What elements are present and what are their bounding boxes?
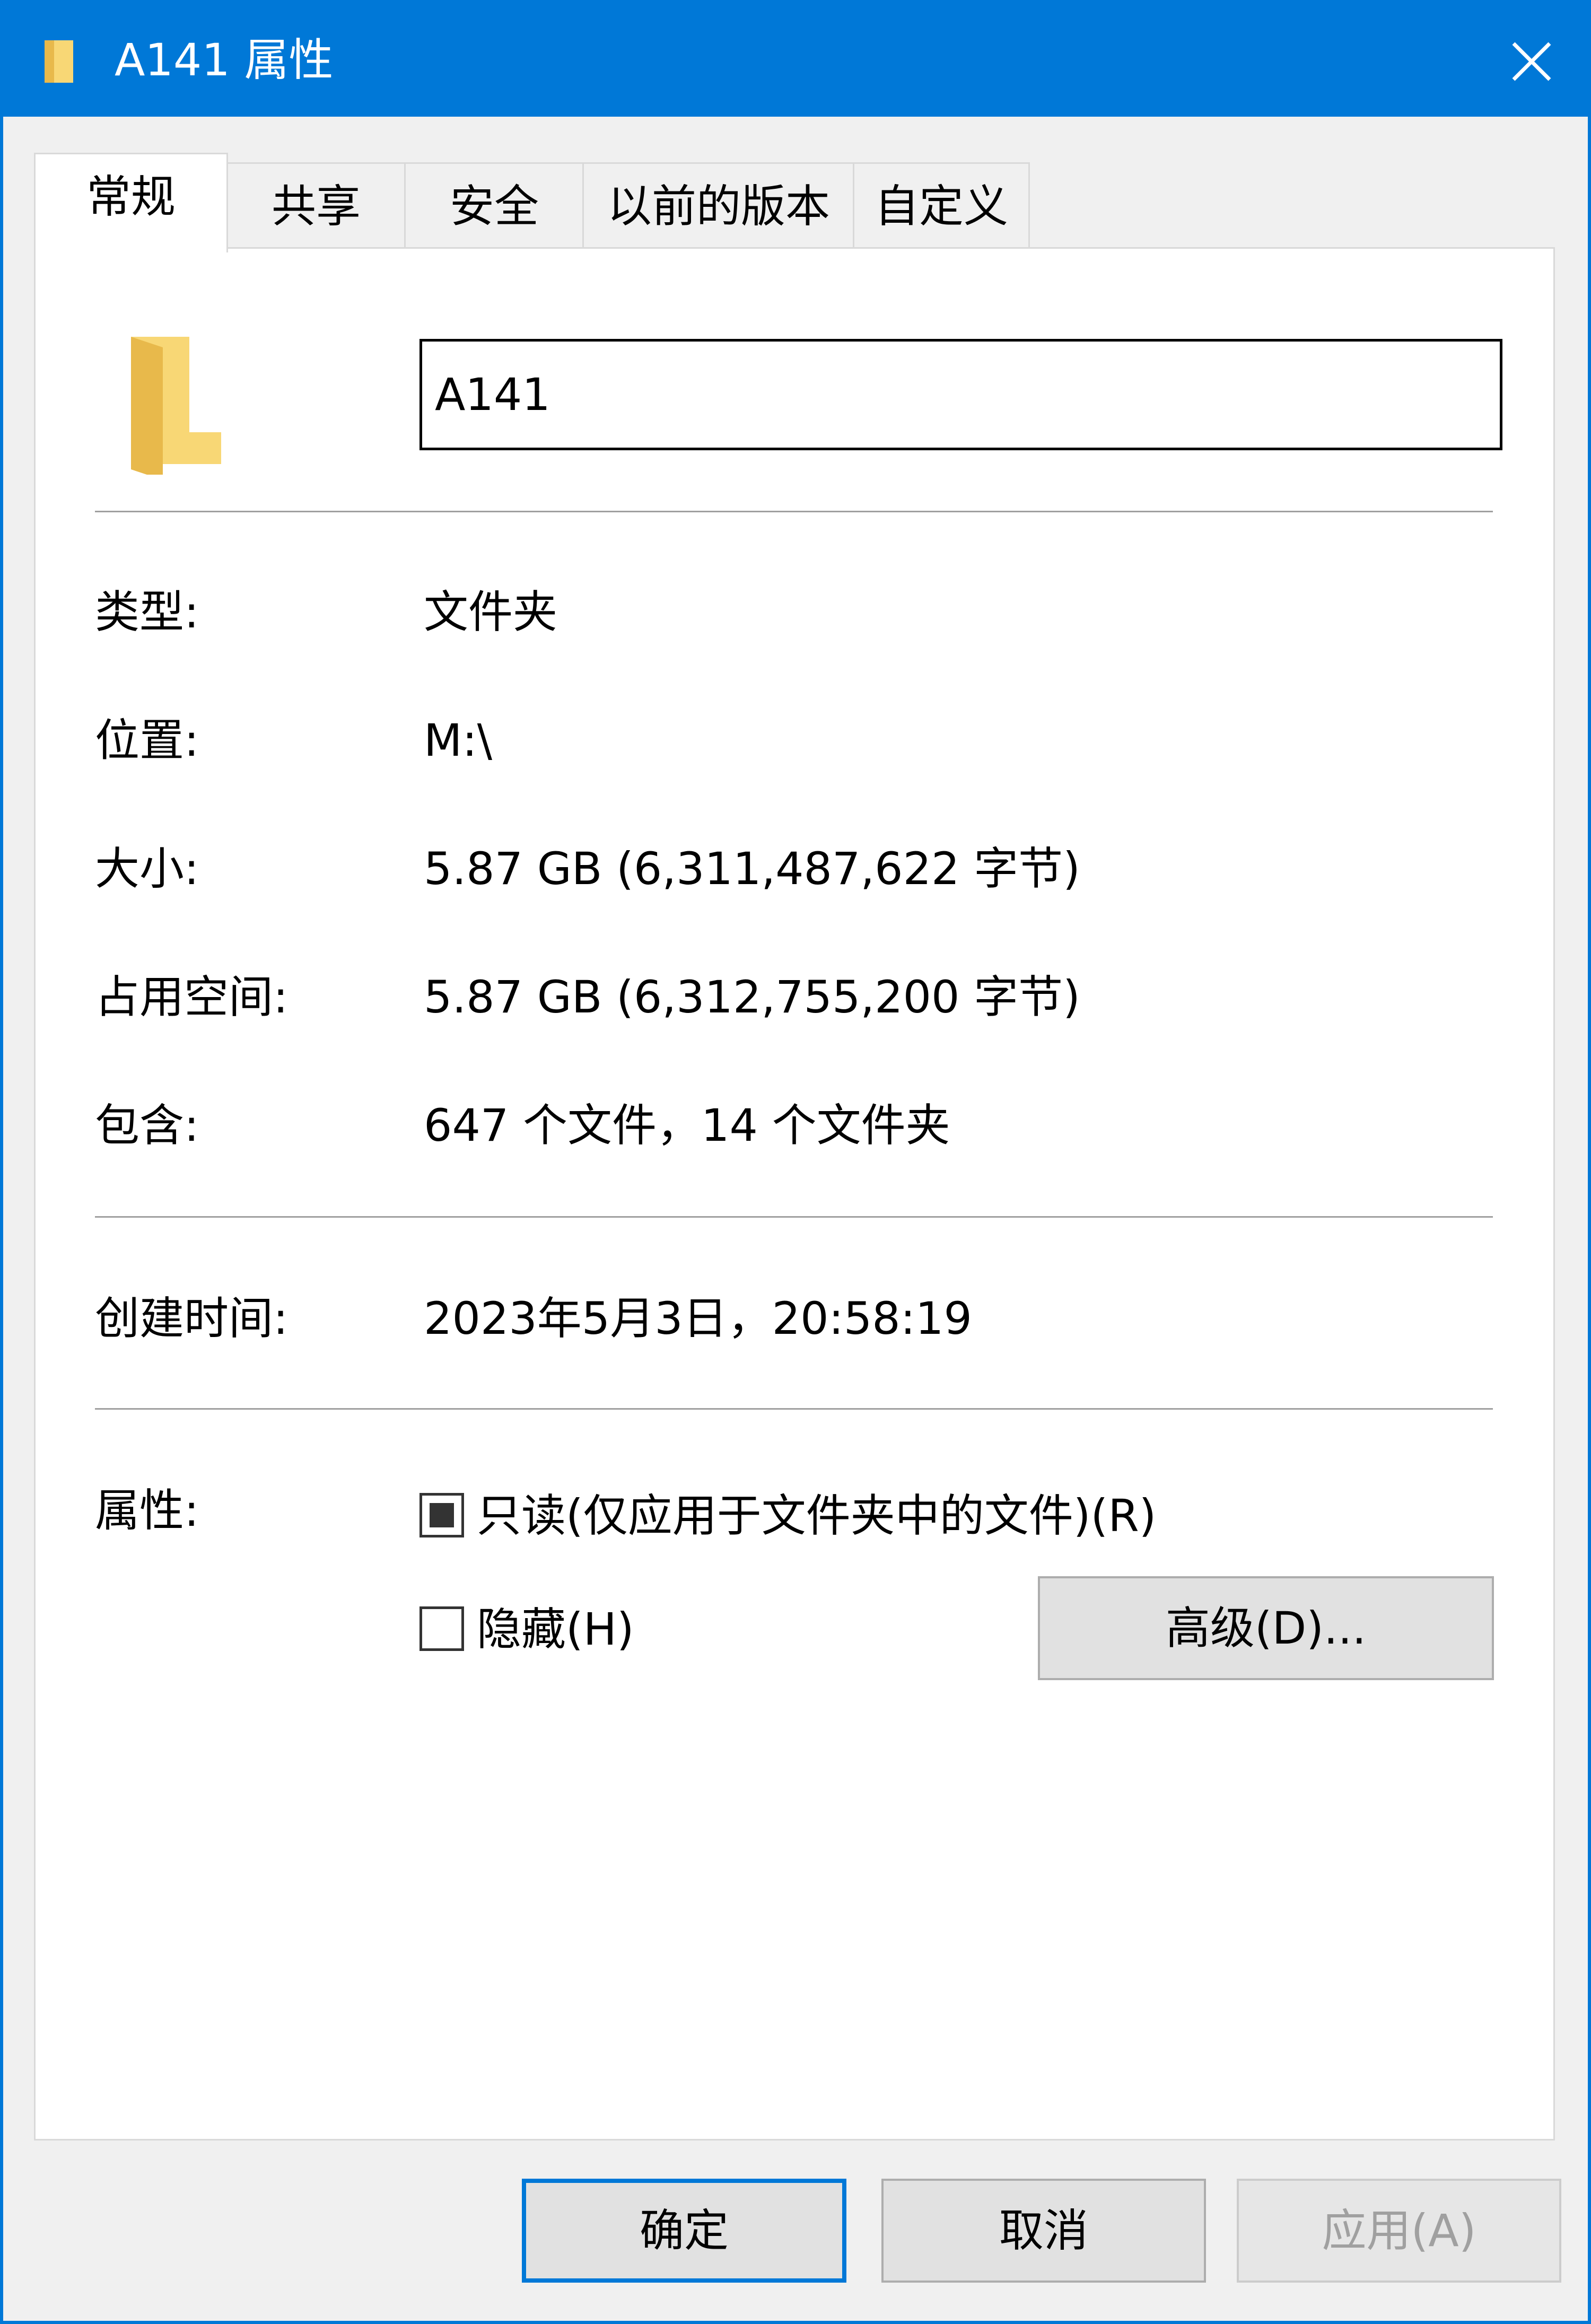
location-label: 位置:: [95, 714, 199, 766]
size-value: 5.87 GB (6,311,487,622 字节): [424, 843, 1080, 895]
properties-dialog: A141 属性 常规 共享 安全 以前的版本 自定义 类型: 文件夹 位置:: [0, 0, 1591, 2324]
tab-customize[interactable]: 自定义: [853, 162, 1030, 252]
tab-general[interactable]: 常规: [34, 153, 228, 252]
general-tab-panel: 类型: 文件夹 位置: M:\ 大小: 5.87 GB (6,311,487,6…: [34, 247, 1555, 2140]
type-value: 文件夹: [424, 586, 558, 638]
close-icon: [1512, 42, 1551, 81]
folder-icon: [131, 337, 221, 475]
readonly-label[interactable]: 只读(仅应用于文件夹中的文件)(R): [477, 1487, 1156, 1545]
tab-security[interactable]: 安全: [404, 162, 584, 252]
disk-size-label: 占用空间:: [95, 971, 289, 1023]
disk-size-value: 5.87 GB (6,312,755,200 字节): [424, 971, 1080, 1023]
folder-icon: [45, 40, 73, 83]
tab-sharing-label: 共享: [271, 180, 361, 232]
indeterminate-mark: [430, 1503, 454, 1527]
tab-previous-versions-label: 以前的版本: [607, 180, 830, 232]
folder-name-input[interactable]: [419, 339, 1502, 450]
separator: [95, 511, 1493, 512]
readonly-checkbox[interactable]: [419, 1493, 464, 1537]
size-label: 大小:: [95, 843, 199, 895]
window-title: A141 属性: [115, 34, 334, 86]
tab-previous-versions[interactable]: 以前的版本: [582, 162, 855, 252]
separator: [95, 1216, 1493, 1218]
tab-security-label: 安全: [449, 180, 539, 232]
hidden-label[interactable]: 隐藏(H): [477, 1600, 634, 1658]
separator: [95, 1408, 1493, 1410]
ok-button[interactable]: 确定: [522, 2179, 846, 2283]
title-bar: A141 属性: [3, 3, 1588, 117]
type-label: 类型:: [95, 586, 199, 638]
created-label: 创建时间:: [95, 1292, 289, 1344]
location-value: M:\: [424, 714, 493, 766]
tab-customize-label: 自定义: [874, 180, 1008, 232]
hidden-checkbox[interactable]: [419, 1606, 464, 1651]
close-button[interactable]: [1479, 24, 1585, 99]
contains-label: 包含:: [95, 1099, 199, 1151]
tab-sharing[interactable]: 共享: [226, 162, 406, 252]
contains-value: 647 个文件，14 个文件夹: [424, 1099, 950, 1151]
attributes-label: 属性:: [95, 1484, 199, 1536]
cancel-button[interactable]: 取消: [881, 2179, 1206, 2283]
advanced-button[interactable]: 高级(D)...: [1038, 1576, 1494, 1680]
apply-button[interactable]: 应用(A): [1237, 2179, 1561, 2283]
tab-general-label: 常规: [86, 171, 176, 223]
created-value: 2023年5月3日，20:58:19: [424, 1292, 972, 1344]
